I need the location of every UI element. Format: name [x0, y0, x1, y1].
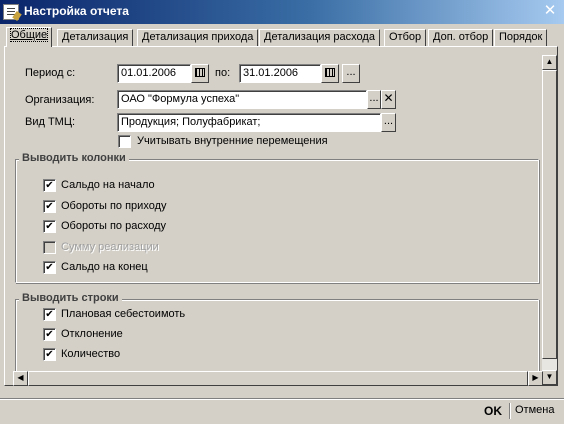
tab-order[interactable]: Порядок — [494, 29, 548, 46]
rows-group-title: Выводить строки — [19, 292, 122, 304]
expense-turnover-label: Обороты по расходу — [61, 220, 167, 232]
tab-detail-income[interactable]: Детализация прихода — [137, 29, 259, 46]
columns-group-title: Выводить колонки — [19, 152, 129, 164]
deviation-label: Отклонение — [61, 328, 123, 340]
organization-input[interactable]: ОАО "Формула успеха" — [117, 90, 367, 109]
tmc-input[interactable]: Продукция; Полуфабрикат; — [117, 113, 381, 132]
ok-button[interactable]: OK — [484, 404, 502, 418]
period-to-calendar-button[interactable] — [321, 64, 339, 83]
income-turnover-checkbox[interactable]: ✔ — [43, 200, 56, 213]
vertical-scrollbar[interactable]: ▲ ▼ — [542, 55, 557, 385]
tab-detail[interactable]: Детализация — [57, 29, 134, 46]
scroll-down-button[interactable]: ▼ — [542, 370, 557, 385]
panel-content: Период с: 01.01.2006 по: 31.01.2006 ... … — [13, 55, 543, 371]
tmc-label: Вид ТМЦ: — [25, 116, 76, 128]
tab-strip: Общие Детализация Детализация прихода Де… — [4, 27, 558, 47]
report-icon — [3, 4, 19, 20]
period-from-input[interactable]: 01.01.2006 — [117, 64, 191, 83]
calendar-icon — [325, 68, 335, 77]
period-to-label: по: — [215, 67, 231, 79]
organization-clear-button[interactable]: ✕ — [381, 90, 396, 109]
organization-label: Организация: — [25, 94, 95, 106]
vertical-scroll-thumb[interactable] — [542, 70, 557, 359]
planned-cost-label: Плановая себестоимоть — [61, 308, 186, 320]
scroll-left-button[interactable]: ◀ — [13, 371, 28, 386]
horizontal-scroll-thumb[interactable] — [28, 371, 528, 386]
saldo-start-label: Сальдо на начало — [61, 179, 155, 191]
deviation-checkbox[interactable]: ✔ — [43, 328, 56, 341]
close-button[interactable]: ✕ — [542, 3, 558, 19]
internal-moves-checkbox[interactable] — [118, 135, 131, 148]
footer-separator — [509, 403, 510, 419]
income-turnover-label: Обороты по приходу — [61, 200, 167, 212]
planned-cost-checkbox[interactable]: ✔ — [43, 308, 56, 321]
saldo-end-checkbox[interactable]: ✔ — [43, 261, 56, 274]
tab-detail-expense[interactable]: Детализация расхода — [259, 29, 380, 46]
expense-turnover-checkbox[interactable]: ✔ — [43, 220, 56, 233]
period-select-button[interactable]: ... — [342, 64, 360, 83]
tab-panel-general: Период с: 01.01.2006 по: 31.01.2006 ... … — [4, 46, 558, 386]
horizontal-scrollbar[interactable]: ◀ ▶ — [13, 371, 543, 386]
quantity-label: Количество — [61, 348, 121, 360]
scroll-right-button[interactable]: ▶ — [528, 371, 543, 386]
tab-general[interactable]: Общие — [6, 27, 53, 47]
period-to-input[interactable]: 31.01.2006 — [239, 64, 321, 83]
period-from-calendar-button[interactable] — [191, 64, 209, 83]
sales-sum-checkbox — [43, 241, 56, 254]
tmc-select-button[interactable]: ... — [381, 113, 396, 132]
scroll-up-button[interactable]: ▲ — [542, 55, 557, 70]
organization-select-button[interactable]: ... — [367, 90, 381, 109]
tab-filter[interactable]: Отбор — [384, 29, 427, 46]
cancel-button[interactable]: Отмена — [515, 404, 554, 416]
tab-extra-filter[interactable]: Доп. отбор — [428, 29, 494, 46]
calendar-icon — [195, 68, 205, 77]
title-bar[interactable]: Настройка отчета ✕ — [0, 0, 564, 24]
internal-moves-label: Учитывать внутренние перемещения — [137, 135, 328, 147]
period-label: Период с: — [25, 67, 76, 79]
saldo-end-label: Сальдо на конец — [61, 261, 148, 273]
report-settings-window: Настройка отчета ✕ Общие Детализация Дет… — [0, 0, 564, 424]
quantity-checkbox[interactable]: ✔ — [43, 348, 56, 361]
sales-sum-label: Сумму реализации — [61, 241, 159, 253]
dialog-footer: OK Отмена — [0, 398, 564, 424]
saldo-start-checkbox[interactable]: ✔ — [43, 179, 56, 192]
window-title: Настройка отчета — [24, 4, 129, 18]
